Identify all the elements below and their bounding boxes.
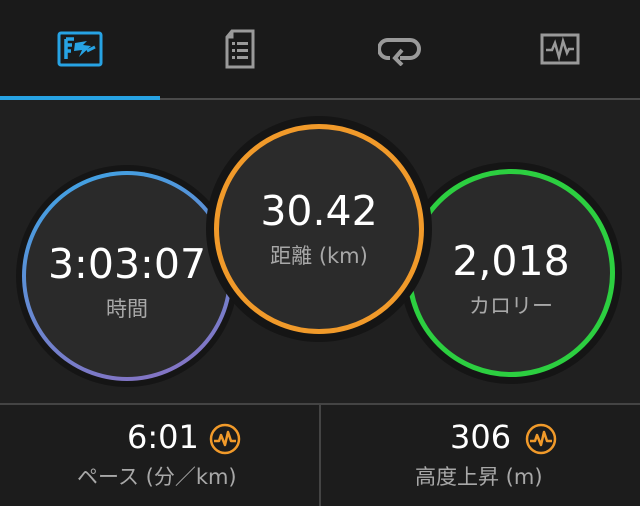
distance-circle: 30.42 距離 (km) (214, 124, 424, 334)
lap-loop-icon (378, 32, 422, 66)
stat-pace[interactable]: 6:01 ペース (分／km) (0, 405, 319, 506)
elevation-label: 高度上昇 (m) (415, 465, 543, 489)
stats-panel: 6:01 ペース (分／km) 306 高度上昇 (m) (0, 403, 640, 506)
time-circle: 3:03:07 時間 (22, 171, 232, 381)
tab-details[interactable] (160, 0, 320, 98)
pace-value: 6:01 (127, 418, 199, 456)
calorie-label: カロリー (469, 294, 553, 318)
activity-graph-icon (540, 33, 580, 65)
stat-elevation[interactable]: 306 高度上昇 (m) (321, 405, 640, 506)
pulse-graph-icon[interactable] (209, 423, 241, 455)
distance-value: 30.42 (260, 187, 378, 235)
elevation-value: 306 (450, 418, 512, 456)
tab-laps[interactable] (320, 0, 480, 98)
calorie-circle: 2,018 カロリー (407, 169, 615, 377)
pulse-graph-icon[interactable] (525, 423, 557, 455)
time-label: 時間 (106, 297, 148, 321)
activity-summary: 3:03:07 時間 2,018 カロリー 30.42 距離 (km) (0, 100, 640, 403)
calorie-value: 2,018 (452, 237, 570, 285)
list-document-icon (224, 29, 256, 69)
stopwatch-running-icon (57, 31, 103, 67)
pace-label: ペース (分／km) (77, 465, 237, 489)
tab-bar (0, 0, 640, 100)
time-value: 3:03:07 (47, 240, 207, 288)
distance-label: 距離 (km) (270, 244, 368, 268)
tab-charts[interactable] (480, 0, 640, 98)
tab-overview[interactable] (0, 0, 160, 98)
